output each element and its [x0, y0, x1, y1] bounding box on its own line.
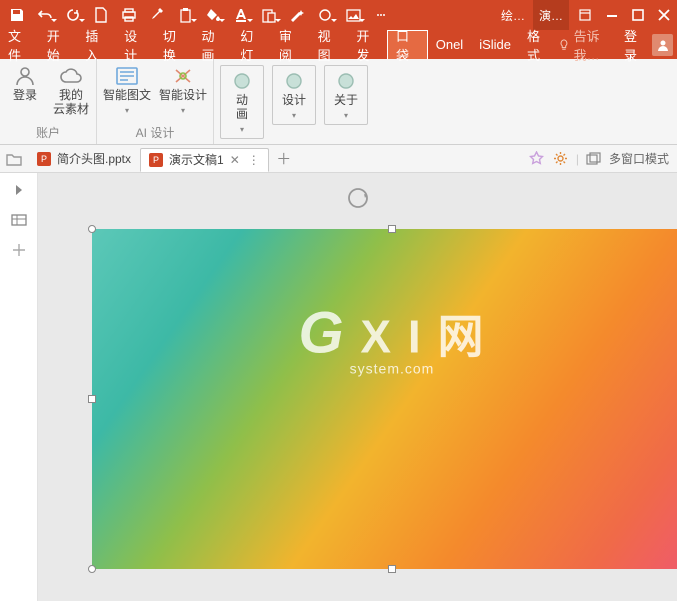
- ribbon-about[interactable]: 关于 ▾: [324, 65, 368, 125]
- sel-handle[interactable]: [388, 225, 396, 233]
- tell-me[interactable]: 告诉我…: [558, 26, 618, 64]
- smart-image-icon: [114, 65, 140, 87]
- menu-tab-review[interactable]: 审阅: [271, 30, 310, 59]
- chevron-down-icon: ▾: [181, 106, 185, 115]
- shape-icon[interactable]: [312, 2, 338, 28]
- magic-icon[interactable]: [284, 2, 310, 28]
- menu-tab-pocket[interactable]: 口袋: [387, 30, 428, 59]
- menu-tab-onel[interactable]: Onel: [428, 30, 471, 59]
- circle-icon: [229, 70, 255, 92]
- menu-tab-insert[interactable]: 插入: [77, 30, 116, 59]
- selected-shape[interactable]: G X I 网 system.com: [92, 229, 677, 569]
- doc-tab-1[interactable]: P 演示文稿1 ✕ ⋮: [140, 148, 269, 172]
- title-tab-0[interactable]: 绘…: [495, 0, 531, 30]
- ppt-icon: P: [37, 152, 51, 166]
- redo-icon[interactable]: [60, 2, 86, 28]
- more-icon[interactable]: [368, 2, 394, 28]
- ribbon: 登录 我的 云素材 账户 智能图文 ▾ 智能设计 ▾ AI 设计: [0, 59, 677, 145]
- undo-icon[interactable]: [32, 2, 58, 28]
- font-color-icon[interactable]: [228, 2, 254, 28]
- watermark: G X I 网 system.com: [299, 299, 486, 376]
- login-user-icon: [12, 65, 38, 87]
- sel-handle[interactable]: [88, 565, 96, 573]
- menu-tab-start[interactable]: 开始: [39, 30, 78, 59]
- login-link[interactable]: 登录: [624, 26, 646, 64]
- menu-tab-animation[interactable]: 动画: [194, 30, 233, 59]
- chevron-down-icon: ▾: [240, 125, 244, 134]
- folder-icon[interactable]: [4, 149, 24, 169]
- ribbon-caption-ai: AI 设计: [103, 122, 207, 144]
- save-icon[interactable]: [4, 2, 30, 28]
- cloud-icon: [58, 65, 84, 87]
- ribbon-group-misc: 动 画 ▾ 设计 ▾ 关于 ▾: [214, 59, 374, 144]
- multiwindow-icon: [585, 150, 603, 168]
- star-icon[interactable]: [528, 150, 546, 168]
- circle-icon: [333, 70, 359, 92]
- menu-tab-islide[interactable]: iSlide: [471, 30, 519, 59]
- doc-tab-0[interactable]: P 简介头图.pptx: [28, 147, 140, 171]
- sel-handle[interactable]: [88, 395, 96, 403]
- menu-tab-dev[interactable]: 开发: [348, 30, 387, 59]
- circle-icon: [281, 70, 307, 92]
- image-icon[interactable]: [340, 2, 366, 28]
- ribbon-group-account: 登录 我的 云素材 账户: [0, 59, 97, 144]
- menu-tab-slideshow[interactable]: 幻灯: [232, 30, 271, 59]
- paste-icon[interactable]: [256, 2, 282, 28]
- side-panel: [0, 173, 38, 601]
- new-tab-button[interactable]: ＋: [273, 148, 295, 170]
- ribbon-smart-image[interactable]: 智能图文 ▾: [103, 65, 151, 115]
- ribbon-anim[interactable]: 动 画 ▾: [220, 65, 264, 139]
- clipboard-icon[interactable]: [172, 2, 198, 28]
- sel-handle[interactable]: [388, 565, 396, 573]
- tab-menu-icon[interactable]: ⋮: [248, 153, 260, 167]
- close-tab-icon[interactable]: ✕: [230, 153, 242, 167]
- menu-tab-transition[interactable]: 切换: [155, 30, 194, 59]
- slide-canvas[interactable]: G X I 网 system.com: [38, 173, 677, 601]
- gear-icon[interactable]: [552, 150, 570, 168]
- lightbulb-icon: [558, 38, 570, 52]
- menu-tab-format[interactable]: 格式: [519, 30, 558, 59]
- menu-tab-view[interactable]: 视图: [310, 30, 349, 59]
- rotate-handle-icon[interactable]: [345, 185, 371, 216]
- menu-tab-design[interactable]: 设计: [116, 30, 155, 59]
- chevron-down-icon: ▾: [125, 106, 129, 115]
- smart-design-icon: [170, 65, 196, 87]
- print-icon[interactable]: [116, 2, 142, 28]
- eyedropper-icon[interactable]: [144, 2, 170, 28]
- thumbnail-icon[interactable]: [6, 209, 32, 231]
- menu-tabs: 文件 开始 插入 设计 切换 动画 幻灯 审阅 视图 开发 口袋 Onel iS…: [0, 30, 677, 59]
- add-icon[interactable]: [6, 239, 32, 261]
- chevron-down-icon: ▾: [292, 111, 296, 120]
- close-icon[interactable]: [651, 0, 677, 30]
- user-icon[interactable]: [652, 34, 673, 56]
- ribbon-login[interactable]: 登录: [6, 65, 44, 103]
- collapse-icon[interactable]: [6, 179, 32, 201]
- multiwindow-label[interactable]: 多窗口模式: [609, 150, 669, 167]
- ribbon-cloud[interactable]: 我的 云素材: [52, 65, 90, 117]
- menu-tab-file[interactable]: 文件: [0, 30, 39, 59]
- ppt-icon: P: [149, 153, 163, 167]
- chevron-down-icon: ▾: [344, 111, 348, 120]
- sel-handle[interactable]: [88, 225, 96, 233]
- work-area: G X I 网 system.com: [0, 173, 677, 601]
- fill-color-icon[interactable]: [200, 2, 226, 28]
- ribbon-design-btn[interactable]: 设计 ▾: [272, 65, 316, 125]
- ribbon-group-ai: 智能图文 ▾ 智能设计 ▾ AI 设计: [97, 59, 214, 144]
- new-doc-icon[interactable]: [88, 2, 114, 28]
- quick-access-toolbar: [0, 2, 398, 28]
- ribbon-caption-account: 账户: [6, 122, 90, 144]
- ribbon-smart-design[interactable]: 智能设计 ▾: [159, 65, 207, 115]
